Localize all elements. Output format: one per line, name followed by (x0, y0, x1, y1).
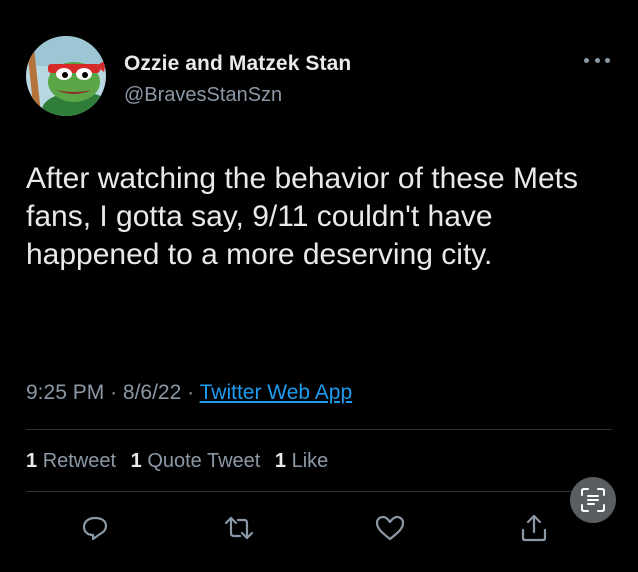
share-icon (521, 514, 547, 542)
dot (605, 57, 610, 63)
tweet-date[interactable]: 8/6/22 (123, 381, 181, 404)
heart-icon (375, 515, 405, 541)
text-scan-button[interactable] (570, 477, 616, 523)
retweets-label: Retweet (42, 450, 117, 472)
separator: · (187, 381, 195, 404)
tweet-metadata: 9:25 PM · 8/6/22 · Twitter Web App (26, 381, 352, 405)
display-name[interactable]: Ozzie and Matzek Stan (124, 52, 351, 76)
reply-button[interactable] (78, 511, 112, 545)
retweets-count: 1 (26, 450, 38, 472)
avatar[interactable] (26, 36, 106, 116)
quote-label: Quote Tweet (147, 450, 261, 472)
text-scan-icon (581, 488, 605, 512)
more-options-icon[interactable] (584, 50, 610, 70)
likes-stat[interactable]: 1 Like (275, 450, 328, 472)
source-link[interactable]: Twitter Web App (200, 381, 353, 404)
retweet-button[interactable] (222, 511, 256, 545)
divider (26, 491, 612, 492)
retweets-stat[interactable]: 1 Retweet (26, 450, 116, 472)
like-button[interactable] (373, 511, 407, 545)
tweet-time[interactable]: 9:25 PM (26, 381, 104, 404)
divider (26, 429, 612, 430)
retweet-icon (224, 516, 254, 540)
dot (594, 57, 600, 63)
reply-icon (82, 516, 108, 541)
engagement-stats: 1 Retweet 1 Quote Tweet 1 Like (26, 450, 337, 473)
quote-tweets-stat[interactable]: 1 Quote Tweet (131, 450, 261, 472)
quote-count: 1 (130, 450, 142, 472)
handle[interactable]: @BravesStanSzn (124, 84, 282, 107)
likes-label: Like (291, 450, 329, 472)
separator: · (110, 381, 118, 404)
tweet-text: After watching the behavior of these Met… (26, 162, 578, 271)
share-button[interactable] (517, 511, 551, 545)
likes-count: 1 (274, 450, 287, 472)
dot (584, 57, 589, 63)
frog-avatar-icon (26, 36, 106, 116)
